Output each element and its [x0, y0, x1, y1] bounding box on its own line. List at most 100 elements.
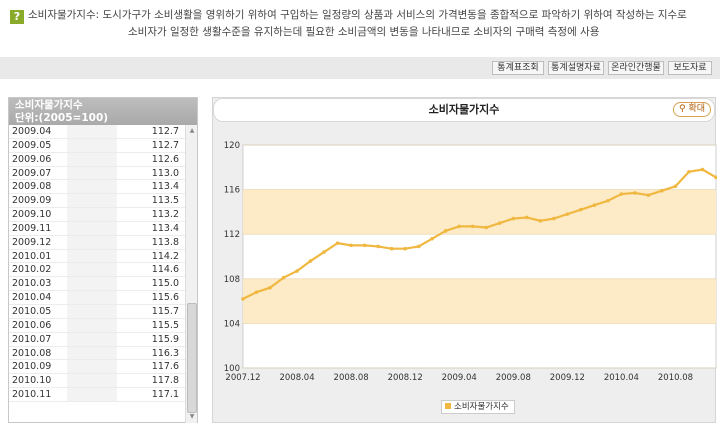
row-shade [67, 277, 117, 291]
scroll-thumb[interactable] [187, 303, 197, 413]
table-scrollbar[interactable]: ▲ ▼ [185, 125, 197, 423]
row-date: 2009.04 [12, 126, 52, 137]
row-date: 2010.08 [12, 347, 52, 359]
table-row: 2010.02 114.6 [9, 263, 185, 278]
x-tick-label: 2009.08 [496, 373, 531, 383]
table-row: 2010.11 117.1 [9, 388, 185, 402]
data-point [633, 191, 637, 195]
y-tick-label: 112 [224, 230, 240, 240]
row-value: 113.8 [151, 236, 179, 248]
chart-panel: 100 104 108 112 116 120 2007.12 2008.04 2008.08 2… [212, 97, 717, 423]
data-point [606, 198, 610, 203]
press-release-button[interactable]: 보도자료 [668, 61, 712, 75]
chart-legend: 소비자물가지수 [441, 400, 515, 414]
row-date: 2010.05 [12, 305, 52, 317]
data-point [241, 297, 245, 301]
table-row: 2009.07 113.0 [9, 166, 185, 181]
row-shade [67, 166, 117, 180]
row-shade [67, 291, 117, 304]
x-tick-label: 2008.08 [334, 373, 369, 383]
table-row: 2010.01 114.2 [9, 249, 185, 264]
row-date: 2010.10 [12, 375, 52, 387]
data-point [673, 184, 678, 189]
data-point [389, 246, 394, 251]
data-point [254, 290, 259, 294]
description-line-1: 소비자물가지수: 도시가구가 소비생활을 영위하기 위하여 구입하는 일정량의 … [28, 9, 687, 21]
row-date: 2009.08 [12, 181, 52, 193]
data-point [497, 221, 502, 225]
row-shade [67, 346, 117, 360]
table-row: 2010.08 116.3 [9, 346, 185, 361]
scroll-up-icon[interactable]: ▲ [187, 126, 197, 136]
scroll-down-icon[interactable]: ▼ [187, 412, 197, 422]
row-date: 2009.09 [12, 195, 52, 207]
data-point [484, 225, 489, 230]
data-point [565, 212, 570, 216]
magnifier-icon: ⚲ [678, 104, 686, 114]
table-row: 2009.04 112.7 [9, 125, 185, 139]
data-point [335, 241, 340, 245]
stat-description-button[interactable]: 통계설명자료 [548, 61, 604, 75]
row-date: 2010.07 [12, 333, 52, 345]
x-tick-label: 2007.12 [225, 373, 260, 383]
row-date: 2009.05 [12, 139, 52, 151]
row-shade [67, 221, 117, 235]
data-point [525, 215, 529, 220]
table-row: 2009.06 112.6 [9, 152, 185, 167]
data-point [687, 169, 691, 174]
row-value: 114.2 [151, 250, 179, 262]
row-shade [67, 235, 117, 249]
table-unit: 단위:(2005=100) [15, 112, 109, 124]
zoom-button[interactable]: ⚲ 확대 [673, 102, 711, 117]
row-shade [67, 208, 117, 221]
row-shade [67, 332, 117, 346]
row-value: 117.6 [151, 361, 179, 373]
data-point [281, 275, 286, 280]
table-header: 소비자물가지수 단위:(2005=100) [9, 98, 197, 125]
data-point [322, 250, 326, 254]
data-point [592, 203, 597, 208]
row-shade [67, 180, 117, 194]
row-date: 2010.11 [12, 389, 52, 401]
row-shade [67, 152, 117, 166]
legend-label: 소비자물가지수 [454, 402, 509, 412]
table-row: 2010.05 115.7 [9, 304, 185, 319]
y-tick-label: 120 [224, 141, 240, 151]
data-point [646, 193, 651, 197]
data-point [268, 285, 272, 290]
row-date: 2010.02 [12, 264, 52, 276]
row-date: 2009.07 [12, 167, 52, 179]
data-point [295, 269, 299, 273]
x-tick-label: 2010.04 [604, 373, 639, 383]
row-shade [67, 374, 117, 388]
row-date: 2009.10 [12, 209, 52, 221]
row-value: 117.1 [151, 389, 179, 401]
row-shade [67, 360, 117, 374]
plot-area [242, 144, 717, 369]
table-row: 2010.04 115.6 [9, 291, 185, 305]
table-row: 2010.06 115.5 [9, 318, 185, 333]
table-row: 2010.03 115.0 [9, 277, 185, 292]
data-point [511, 216, 516, 221]
table-title: 소비자물가지수 [15, 99, 83, 111]
chart-band [243, 278, 716, 324]
legend-swatch [445, 403, 451, 409]
row-date: 2009.12 [12, 236, 52, 248]
online-publication-button[interactable]: 온라인간행물 [608, 61, 664, 75]
data-point [362, 243, 367, 248]
row-date: 2009.06 [12, 153, 52, 165]
row-value: 115.9 [151, 333, 179, 345]
row-value: 112.7 [151, 126, 179, 137]
row-date: 2010.06 [12, 319, 52, 331]
row-value: 116.3 [151, 347, 179, 359]
row-value: 112.7 [151, 139, 179, 151]
data-point [403, 246, 407, 251]
table-row: 2009.10 113.2 [9, 208, 185, 222]
stat-table-button[interactable]: 통계표조회 [492, 61, 544, 75]
x-tick-label: 2008.12 [388, 373, 423, 383]
row-shade [67, 263, 117, 277]
row-value: 113.0 [151, 167, 179, 179]
row-date: 2010.03 [12, 278, 52, 290]
row-shade [67, 249, 117, 263]
zoom-label: 확대 [688, 104, 706, 114]
